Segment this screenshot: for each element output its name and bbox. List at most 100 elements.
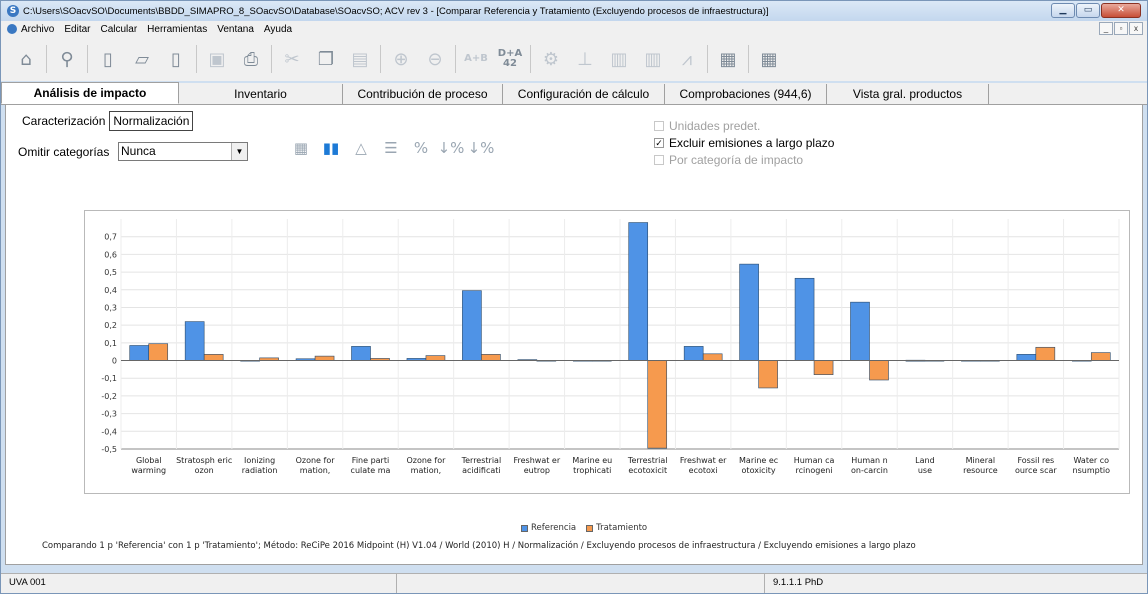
close-button[interactable]: ✕: [1101, 3, 1141, 18]
mdi-close-button[interactable]: x: [1129, 22, 1143, 35]
menu-archivo[interactable]: Archivo: [21, 24, 54, 35]
x-tick-label: Marine eu: [572, 456, 612, 465]
toolbar-separator: [455, 45, 456, 73]
toolbar-separator: [380, 45, 381, 73]
legend-item-referencia: Referencia: [521, 523, 576, 533]
option-por-categoria[interactable]: Por categoría de impacto: [654, 151, 834, 168]
copy-icon[interactable]: ❐: [309, 42, 343, 76]
print-icon[interactable]: ⎙: [234, 42, 268, 76]
bar-referencia: [850, 301, 870, 361]
tab-analisis-de-impacto[interactable]: Análisis de impacto: [1, 82, 179, 104]
save-icon[interactable]: ▣: [200, 42, 234, 76]
percent-fraction-icon[interactable]: ↓%: [468, 137, 495, 159]
tab-configuracion-de-calculo[interactable]: Configuración de cálculo: [503, 84, 665, 104]
insert-line-icon[interactable]: ⊕: [384, 42, 418, 76]
paste-icon[interactable]: ▤: [343, 42, 377, 76]
menu-herramientas[interactable]: Herramientas: [147, 24, 207, 35]
x-tick-label: resource: [963, 466, 998, 475]
delete-line-icon[interactable]: ⊖: [418, 42, 452, 76]
bar-referencia: [1016, 354, 1037, 361]
bar-referencia: [462, 290, 482, 361]
new-document-icon[interactable]: ▯: [91, 42, 125, 76]
x-tick-label: ecotoxi: [689, 466, 718, 475]
menu-calcular[interactable]: Calcular: [100, 24, 137, 35]
home-icon[interactable]: ⌂: [9, 42, 43, 76]
percent-icon[interactable]: %: [410, 137, 432, 159]
y-tick-label: 0,4: [104, 286, 117, 295]
legend-swatch-tratamiento: [586, 524, 594, 532]
single-chart-icon[interactable]: ▥: [602, 42, 636, 76]
bar-referencia: [739, 263, 759, 361]
options-group: Unidades predet. ✓ Excluir emisiones a l…: [654, 117, 834, 168]
y-tick-label: -0,5: [101, 445, 117, 454]
bar-referencia: [628, 222, 649, 361]
x-tick-label: trophicati: [573, 466, 611, 475]
x-tick-label: warming: [131, 466, 166, 475]
menu-editar[interactable]: Editar: [64, 24, 90, 35]
bar-chart-view-icon[interactable]: ▮▮: [320, 137, 342, 159]
view-icons: ▦ ▮▮ △ ☰ % ↓% ↓%: [290, 137, 495, 159]
y-tick-label: 0,1: [104, 339, 117, 348]
checkbox-checked-icon[interactable]: ✓: [654, 137, 664, 148]
title-bar[interactable]: S C:\Users\SOacvSO\Documents\BBDD_SIMAPR…: [1, 1, 1147, 21]
minimize-button[interactable]: ▁: [1051, 3, 1075, 18]
x-tick-label: Mineral: [966, 456, 996, 465]
y-tick-label: -0,4: [101, 427, 117, 436]
bar-referencia: [794, 277, 815, 361]
tab-inventario[interactable]: Inventario: [179, 84, 343, 104]
close-document-icon[interactable]: ▯: [159, 42, 193, 76]
menu-ayuda[interactable]: Ayuda: [264, 24, 292, 35]
option-excluir-emisiones[interactable]: ✓ Excluir emisiones a largo plazo: [654, 134, 834, 151]
toolbar-separator: [87, 45, 88, 73]
option-unidades-predet[interactable]: Unidades predet.: [654, 117, 834, 134]
triangle-view-icon[interactable]: △: [350, 137, 372, 159]
calculator-icon[interactable]: ▦: [752, 42, 786, 76]
tab-vista-gral-productos[interactable]: Vista gral. productos: [827, 84, 989, 104]
a-plus-b-icon[interactable]: A+B: [459, 42, 493, 76]
bar-tratamiento: [1035, 346, 1056, 361]
x-tick-label: rcinogeni: [796, 466, 833, 475]
bar-tratamiento: [203, 354, 224, 361]
maximize-button[interactable]: ▭: [1076, 3, 1100, 18]
tree-icon[interactable]: ⊥: [568, 42, 602, 76]
analysis-panel: Caracterización Normalización Omitir cat…: [5, 105, 1143, 565]
x-tick-label: otoxicity: [742, 466, 776, 475]
compare-chart-icon[interactable]: ▥: [636, 42, 670, 76]
curve-icon[interactable]: ⩘: [670, 42, 704, 76]
legend-label-tratamiento: Tratamiento: [596, 523, 648, 533]
menu-ventana[interactable]: Ventana: [217, 24, 254, 35]
tab-contribucion-de-proceso[interactable]: Contribución de proceso: [343, 84, 503, 104]
network-icon[interactable]: ⚙: [534, 42, 568, 76]
x-tick-label: ozon: [195, 466, 214, 475]
bar-tratamiento: [1090, 352, 1111, 361]
checkbox-unchecked-icon[interactable]: [654, 120, 664, 131]
status-left: UVA 001: [1, 574, 397, 593]
search-icon[interactable]: ⚲: [50, 42, 84, 76]
subtab-caracterizacion[interactable]: Caracterización: [18, 111, 109, 131]
toolbar: ⌂ ⚲ ▯ ▱ ▯ ▣ ⎙ ✂ ❐ ▤ ⊕ ⊖ A+B D+A 42 ⚙ ⊥ ▥…: [1, 37, 1147, 81]
mdi-restore-button[interactable]: ▫: [1114, 22, 1128, 35]
y-tick-label: 0,6: [104, 250, 117, 259]
document-menu-icon[interactable]: [7, 24, 17, 34]
subtab-normalizacion[interactable]: Normalización: [109, 111, 194, 131]
open-folder-icon[interactable]: ▱: [125, 42, 159, 76]
omit-categories-select[interactable]: Nunca ▼: [118, 142, 248, 161]
bar-referencia: [683, 346, 704, 361]
checkbox-unchecked-icon[interactable]: [654, 154, 664, 165]
x-tick-label: acidificati: [462, 466, 501, 475]
x-tick-label: mation,: [411, 466, 442, 475]
settings-sliders-icon[interactable]: ☰: [380, 137, 402, 159]
option-label: Unidades predet.: [669, 118, 761, 133]
report-icon[interactable]: ▦: [711, 42, 745, 76]
chevron-down-icon[interactable]: ▼: [231, 143, 247, 160]
table-view-icon[interactable]: ▦: [290, 137, 312, 159]
y-tick-label: -0,3: [101, 410, 117, 419]
tab-comprobaciones[interactable]: Comprobaciones (944,6): [665, 84, 827, 104]
x-tick-label: Terrestrial: [627, 456, 668, 465]
cut-icon[interactable]: ✂: [275, 42, 309, 76]
d-plus-a-icon[interactable]: D+A 42: [493, 42, 527, 76]
percent-down-icon[interactable]: ↓%: [438, 137, 465, 159]
x-tick-label: radiation: [242, 466, 278, 475]
mdi-minimize-button[interactable]: _: [1099, 22, 1113, 35]
option-label: Excluir emisiones a largo plazo: [669, 135, 835, 150]
